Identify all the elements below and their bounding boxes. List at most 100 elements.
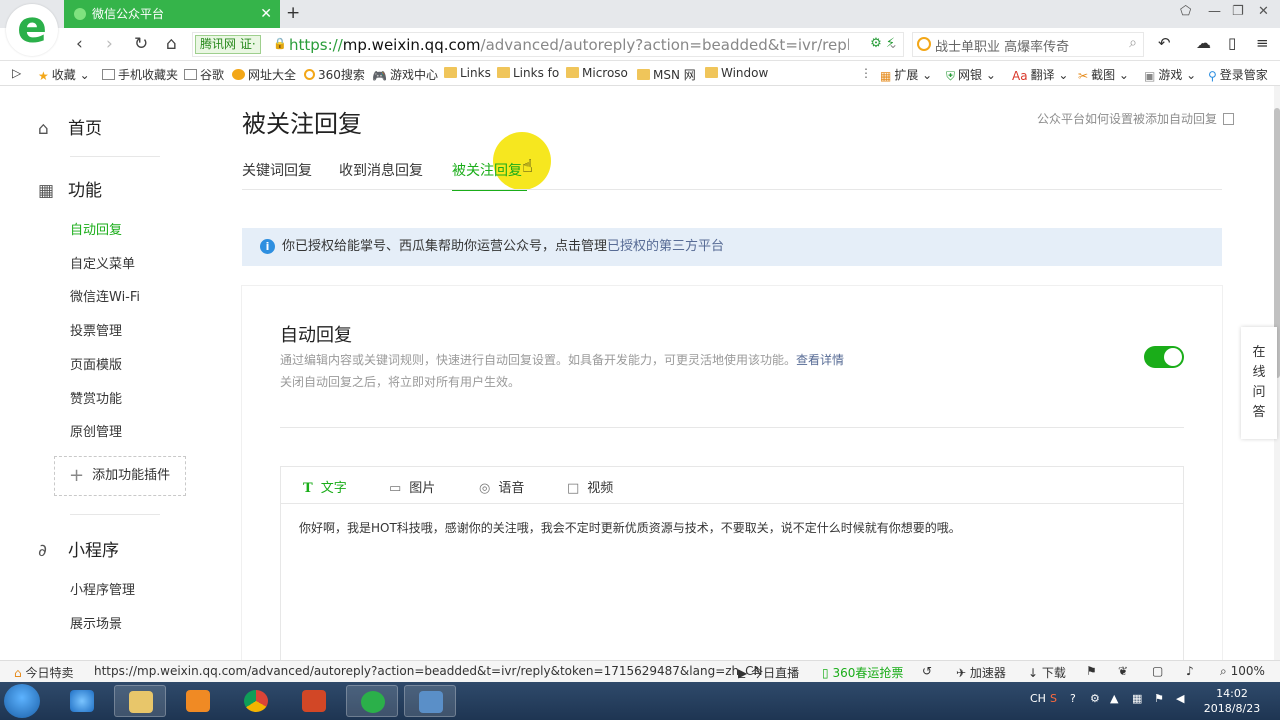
ime-indicator[interactable]: CH	[1030, 692, 1046, 705]
close-window-icon[interactable]: ✕	[1258, 4, 1269, 19]
bookmark-mobile[interactable]: 手机收藏夹	[102, 66, 178, 83]
volume-icon[interactable]: ◀	[1176, 692, 1184, 705]
editor-tab-voice[interactable]: ◎ 语音	[479, 477, 524, 496]
network-icon[interactable]: ▦	[1132, 692, 1142, 705]
bookmark-windows[interactable]: Window	[705, 66, 768, 80]
daily-deals[interactable]: ⌂ 今日特卖	[14, 664, 73, 681]
download-button[interactable]: ↓ 下载	[1028, 664, 1066, 681]
ticket-button[interactable]: ▯ 360春运抢票	[822, 664, 903, 681]
more-icon[interactable]: ⋮	[860, 66, 872, 80]
screenshot-button[interactable]: ✂ 截图 ⌄	[1078, 66, 1129, 83]
home-icon[interactable]: ⌂	[166, 34, 177, 54]
sound-icon[interactable]: ♪	[1186, 664, 1194, 678]
bookmark-msn[interactable]: MSN 网	[637, 66, 696, 83]
dropdown-icon[interactable]: ⌄	[888, 37, 898, 51]
help-icon[interactable]: ?	[1070, 692, 1076, 705]
editor-tab-image[interactable]: ▭ 图片	[389, 477, 435, 496]
bank-button[interactable]: ⛨ 网银 ⌄	[946, 66, 996, 83]
skin-icon[interactable]: ⬠	[1180, 4, 1191, 19]
sidebar-item-auto-reply[interactable]: 自动回复	[70, 219, 122, 238]
sidebar-item-reward[interactable]: 赞赏功能	[70, 388, 122, 407]
bookmark-360search[interactable]: 360搜索	[304, 66, 365, 83]
minimize-icon[interactable]: —	[1208, 4, 1221, 19]
back-icon[interactable]: ‹	[76, 34, 83, 54]
translate-button[interactable]: Aa 翻译 ⌄	[1012, 66, 1068, 83]
extensions-button[interactable]: ▦ 扩展 ⌄	[880, 66, 932, 83]
search-input[interactable]: 战士单职业 高爆率传奇	[935, 36, 1069, 55]
bookmark-games[interactable]: 🎮 游戏中心	[372, 66, 438, 83]
flag-icon[interactable]: ⚑	[1086, 664, 1097, 678]
360-browser-logo[interactable]: e	[6, 4, 58, 56]
lock-icon[interactable]: 🔒	[273, 37, 287, 50]
url-text[interactable]: https://mp.weixin.qq.com/advanced/autore…	[289, 36, 849, 54]
sidebar-item-miniprogram-manage[interactable]: 小程序管理	[70, 579, 135, 598]
maximize-icon[interactable]: ❐	[1232, 4, 1244, 19]
auto-reply-toggle[interactable]	[1144, 346, 1184, 368]
bookmark-links-fo[interactable]: Links fo	[497, 66, 559, 80]
login-manager-button[interactable]: ⚲ 登录管家	[1208, 66, 1268, 83]
taskbar-explorer[interactable]	[114, 685, 166, 717]
bookmark-links[interactable]: Links	[444, 66, 491, 80]
bookmark-sites[interactable]: 网址大全	[232, 66, 296, 83]
sidebar-item-vote[interactable]: 投票管理	[70, 320, 122, 339]
accelerator-button[interactable]: ✈ 加速器	[956, 664, 1006, 681]
reply-text-input[interactable]: 你好啊，我是HOT科技哦，感谢你的关注哦，我会不定时更新优质资源与技术，不要取关…	[299, 519, 961, 536]
game-button[interactable]: ▣ 游戏 ⌄	[1144, 66, 1196, 83]
online-qa-button[interactable]: 在 线 问 答	[1241, 327, 1277, 439]
address-bar[interactable]: 腾讯网 证· 🔒 https://mp.weixin.qq.com/advanc…	[192, 32, 904, 57]
taskbar-picture[interactable]	[404, 685, 456, 717]
tab-keyword-reply[interactable]: 关键词回复	[242, 160, 312, 180]
taskbar-media[interactable]	[172, 685, 224, 717]
sidebar-item-original[interactable]: 原创管理	[70, 421, 122, 440]
refresh-icon[interactable]: ↻	[134, 34, 148, 54]
windows-start-icon[interactable]	[4, 684, 40, 718]
bookmark-google[interactable]: 谷歌	[184, 66, 224, 83]
scissors-icon: ✂	[1078, 69, 1089, 83]
third-party-link[interactable]: 已授权的第三方平台	[607, 239, 724, 254]
tab-follow-reply[interactable]: 被关注回复	[452, 160, 522, 180]
site-verified-badge[interactable]: 腾讯网 证·	[195, 35, 261, 54]
clock-date: 2018/8/23	[1203, 702, 1261, 715]
sidebar-item-display-scene[interactable]: 展示场景	[70, 613, 122, 632]
sidebar-function[interactable]: ▦ 功能	[38, 176, 102, 201]
magnifier-icon[interactable]: ⌕	[1129, 35, 1137, 51]
undo-icon[interactable]: ↶	[1158, 34, 1171, 52]
flag-tray-icon[interactable]: ⚑	[1154, 692, 1164, 705]
sidebar-miniprogram[interactable]: ∂ 小程序	[38, 536, 119, 561]
add-plugin-button[interactable]: + 添加功能插件	[54, 456, 186, 496]
browser-tab-active[interactable]: 微信公众平台 ✕	[64, 0, 280, 28]
bookmarks-toggle-icon[interactable]: ▷	[12, 66, 21, 80]
editor-tab-video[interactable]: □ 视频	[567, 477, 613, 496]
sidebar-item-custom-menu[interactable]: 自定义菜单	[70, 253, 135, 272]
phone-icon[interactable]: ▯	[1228, 34, 1236, 52]
sogou-icon[interactable]: S	[1050, 692, 1057, 705]
taskbar-chrome[interactable]	[230, 685, 282, 717]
cloud-icon[interactable]: ☁	[1196, 34, 1211, 52]
tab-message-reply[interactable]: 收到消息回复	[339, 160, 423, 180]
menu-icon[interactable]: ≡	[1256, 34, 1269, 52]
view-details-link[interactable]: 查看详情	[796, 353, 844, 367]
tray-expand-icon[interactable]: ▲	[1110, 692, 1118, 705]
taskbar-powerpoint[interactable]	[288, 685, 340, 717]
leaf-icon[interactable]: ❦	[1118, 664, 1128, 678]
settings-icon[interactable]: ⚙	[1090, 692, 1100, 705]
system-clock[interactable]: 14:02 2018/8/23	[1200, 686, 1264, 716]
bookmark-microsoft[interactable]: Microso	[566, 66, 628, 80]
taskbar-360browser[interactable]	[346, 685, 398, 717]
live-button[interactable]: ▶ 今日直播	[738, 664, 799, 681]
editor-tab-text[interactable]: T 文字	[303, 477, 347, 496]
sidebar-item-page-template[interactable]: 页面模版	[70, 354, 122, 373]
forward-icon[interactable]: ›	[106, 34, 113, 54]
refresh-status-icon[interactable]: ↺	[922, 664, 932, 678]
sidebar-home[interactable]: ⌂ 首页	[38, 114, 102, 139]
help-link[interactable]: 公众平台如何设置被添加自动回复	[1037, 110, 1234, 127]
window-icon[interactable]: ▢	[1152, 664, 1163, 678]
search-box[interactable]: 战士单职业 高爆率传奇 ⌕	[912, 32, 1144, 57]
bookmark-label: 截图	[1091, 68, 1116, 82]
bookmark-favorites[interactable]: ★ 收藏 ⌄	[38, 66, 90, 83]
new-tab-icon[interactable]: +	[286, 3, 300, 23]
taskbar-ie[interactable]	[56, 685, 108, 717]
zoom-control[interactable]: ⌕ 100%	[1220, 664, 1265, 679]
sidebar-item-wifi[interactable]: 微信连Wi-Fi	[70, 286, 140, 305]
close-tab-icon[interactable]: ✕	[260, 0, 272, 28]
